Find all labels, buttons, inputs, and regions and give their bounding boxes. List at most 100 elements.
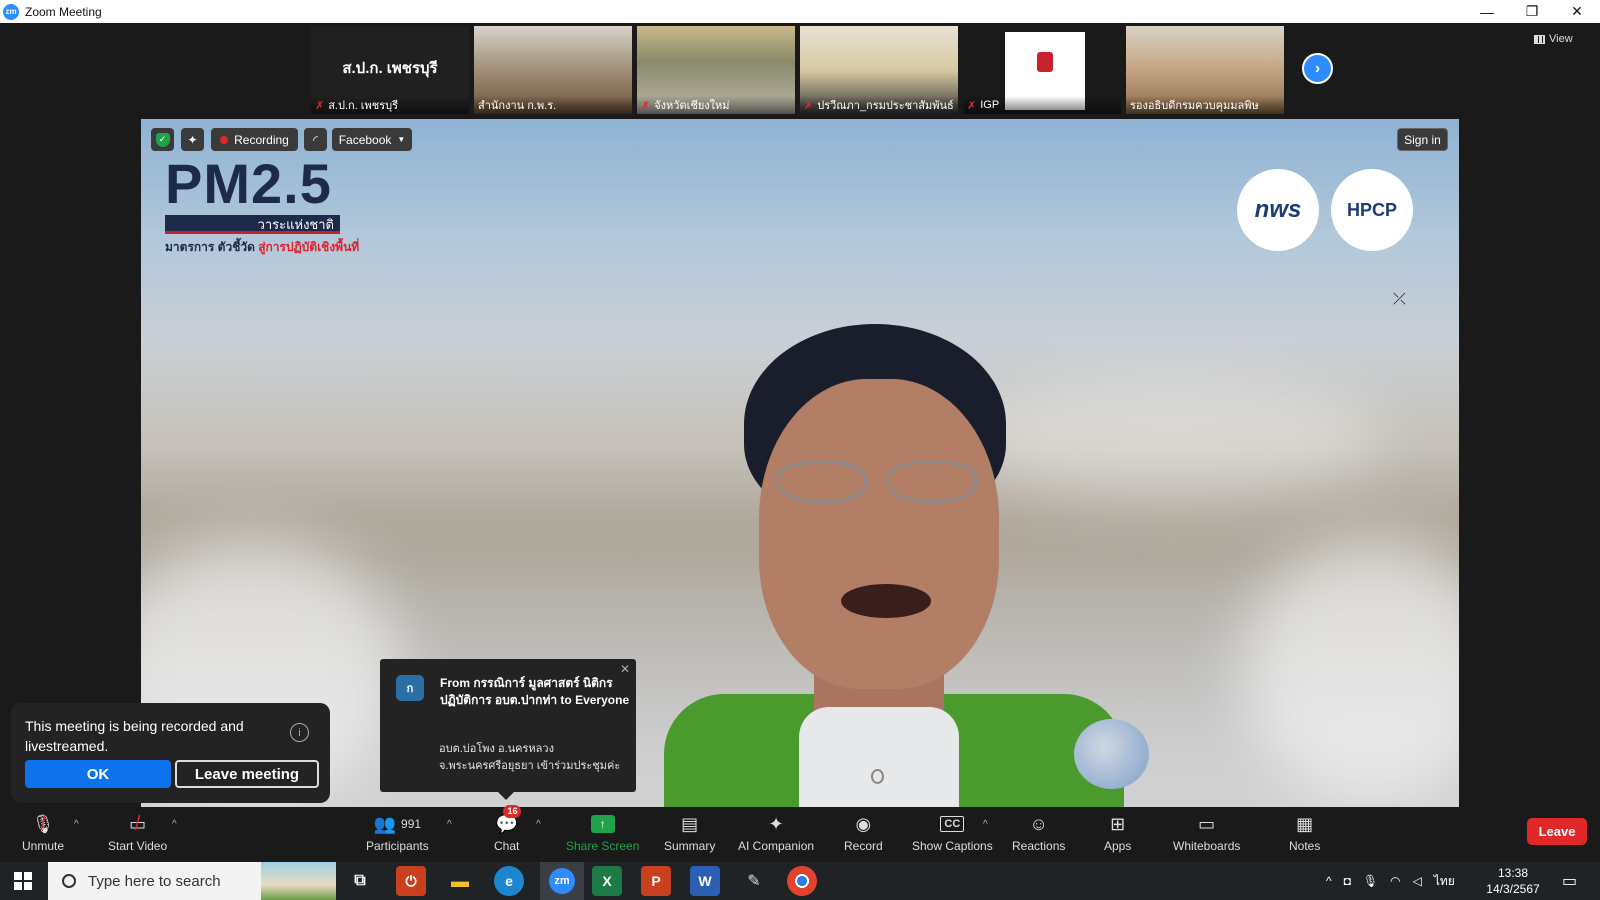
participant-display-name: ส.ป.ก. เพชรบุรี xyxy=(342,60,438,77)
security-button[interactable]: ✓ xyxy=(151,128,174,151)
muted-mic-icon: ✗ xyxy=(967,99,977,112)
ok-button[interactable]: OK xyxy=(25,760,171,788)
notes-button[interactable]: ▦ Notes xyxy=(1289,811,1320,859)
sparkle-icon: ✦ xyxy=(768,813,784,834)
close-icon[interactable]: ✕ xyxy=(620,662,630,676)
excel-icon[interactable]: X xyxy=(592,866,622,896)
audio-options-caret[interactable]: ^ xyxy=(74,819,79,830)
system-tray: ^ ◘ 🎙 ◠ ◁ ไทย xyxy=(1326,862,1455,900)
start-video-button[interactable]: ▭ / Start Video xyxy=(108,811,167,859)
chrome-icon[interactable] xyxy=(787,866,817,896)
maximize-button[interactable]: ❐ xyxy=(1509,0,1555,23)
windows-start-icon[interactable] xyxy=(14,872,32,890)
summary-button[interactable]: ▤ Summary xyxy=(664,811,715,859)
windows-taskbar: Type here to search ⧉ ⏻ ▬ e zm X P W ✎ ^… xyxy=(0,862,1600,900)
participant-name: รองอธิบดีกรมควบคุมมลพิษ xyxy=(1130,100,1259,112)
clock-time: 13:38 xyxy=(1497,866,1529,880)
participant-tile[interactable]: ✗ ปรวีณภา_กรมประชาสัมพันธ์ xyxy=(800,26,958,114)
mic-icon[interactable]: 🎙 xyxy=(1363,874,1378,888)
participant-name: ปรวีณภา_กรมประชาสัมพันธ์ xyxy=(817,100,954,112)
search-highlight-art xyxy=(261,862,336,900)
record-icon: ◉ xyxy=(855,813,872,834)
participant-tile[interactable]: รองอธิบดีกรมควบคุมมลพิษ xyxy=(1126,26,1284,114)
smile-icon: ☺ xyxy=(1029,813,1048,834)
apps-button[interactable]: ⊞ Apps xyxy=(1104,811,1131,859)
sign-in-button[interactable]: Sign in xyxy=(1397,128,1448,151)
participant-name: ส.ป.ก. เพชรบุรี xyxy=(328,100,399,112)
participant-name: สำนักงาน ก.พ.ร. xyxy=(478,100,557,112)
language-indicator[interactable]: ไทย xyxy=(1434,872,1455,891)
participant-tile[interactable]: ✗ IGP xyxy=(963,26,1121,114)
rss-icon: ◜ xyxy=(313,132,318,147)
window-title: Zoom Meeting xyxy=(25,4,102,19)
chevron-up-icon[interactable]: ^ xyxy=(1326,874,1332,888)
share-screen-button[interactable]: ↑ Share Screen xyxy=(566,811,639,859)
reactions-button[interactable]: ☺ Reactions xyxy=(1012,811,1065,859)
app-icon[interactable]: ✎ xyxy=(739,866,769,896)
participants-button[interactable]: 👥 991 Participants xyxy=(366,811,429,859)
minimize-button[interactable]: — xyxy=(1464,0,1510,23)
participants-options-caret[interactable]: ^ xyxy=(447,819,452,830)
view-label: View xyxy=(1549,33,1573,45)
chat-button[interactable]: 💬 16 Chat xyxy=(494,805,522,859)
notification-icon[interactable]: ▭ xyxy=(1562,862,1577,900)
nws-logo: nws xyxy=(1237,169,1319,251)
participant-tile[interactable]: ส.ป.ก. เพชรบุรี ✗ ส.ป.ก. เพชรบุรี xyxy=(311,26,469,114)
muted-mic-icon: ✗ xyxy=(641,99,651,112)
view-button[interactable]: View xyxy=(1534,33,1573,45)
info-icon[interactable]: i xyxy=(290,723,309,742)
edge-icon[interactable]: e xyxy=(494,866,524,896)
livestream-button[interactable]: ◜ xyxy=(304,128,327,151)
participant-tile[interactable]: สำนักงาน ก.พ.ร. xyxy=(474,26,632,114)
taskbar-search[interactable]: Type here to search xyxy=(48,862,336,900)
participant-name: จังหวัดเชียงใหม่ xyxy=(654,100,730,112)
chat-badge: 16 xyxy=(503,805,522,818)
video-options-caret[interactable]: ^ xyxy=(172,819,177,830)
captions-options-caret[interactable]: ^ xyxy=(983,819,988,830)
shield-icon: ✓ xyxy=(155,132,170,147)
title-bar: zm Zoom Meeting — ❐ ✕ xyxy=(0,0,1600,23)
unmute-button[interactable]: 🎙 / Unmute xyxy=(22,811,64,859)
participant-name: IGP xyxy=(980,99,1000,111)
powerpoint-icon[interactable]: P xyxy=(641,866,671,896)
participants-icon: 👥 xyxy=(373,813,397,834)
microphone xyxy=(1074,719,1149,789)
close-button[interactable]: ✕ xyxy=(1554,0,1600,23)
muted-mic-icon: 🎙 / xyxy=(31,812,55,835)
grid-view-icon xyxy=(1534,34,1545,44)
participants-count: 991 xyxy=(401,817,422,831)
chat-options-caret[interactable]: ^ xyxy=(536,819,541,830)
share-screen-icon: ↑ xyxy=(590,815,615,833)
zoom-logo-icon: zm xyxy=(3,3,19,20)
app-icon[interactable]: ⏻ xyxy=(396,866,426,896)
chevron-right-icon[interactable]: › xyxy=(1302,53,1333,84)
speaker-icon[interactable]: ◁ xyxy=(1413,874,1422,888)
chat-notification[interactable]: ก From กรรณิการ์ มูลศาสตร์ นิติกรปฏิบัติ… xyxy=(380,659,636,800)
word-icon[interactable]: W xyxy=(690,866,720,896)
muted-mic-icon: ✗ xyxy=(315,99,325,112)
ai-companion-button[interactable]: ✦ AI Companion xyxy=(738,811,814,859)
chat-message: อบต.บ่อโพง อ.นครหลวง จ.พระนครศรีอยุธยา เ… xyxy=(439,743,621,772)
avatar: ก xyxy=(396,675,424,701)
zoom-taskbar-icon[interactable]: zm xyxy=(540,862,584,900)
leave-button[interactable]: Leave xyxy=(1527,818,1587,845)
facebook-stream-dropdown[interactable]: Facebook ▼ xyxy=(332,128,412,151)
presenter xyxy=(609,324,1149,807)
whiteboard-icon: ▭ xyxy=(1198,813,1216,834)
ai-companion-indicator[interactable]: ✦ xyxy=(181,128,204,151)
record-button[interactable]: ◉ Record xyxy=(844,811,883,859)
task-view-icon[interactable]: ⧉ xyxy=(345,866,375,896)
recording-indicator[interactable]: Recording xyxy=(211,128,298,151)
participant-tile[interactable]: ✗ จังหวัดเชียงใหม่ xyxy=(637,26,795,114)
show-captions-button[interactable]: CC Show Captions xyxy=(912,811,993,859)
camera-icon[interactable]: ◘ xyxy=(1344,874,1351,888)
leave-meeting-button[interactable]: Leave meeting xyxy=(175,760,319,788)
file-explorer-icon[interactable]: ▬ xyxy=(445,866,475,896)
clock[interactable]: 13:38 14/3/2567 xyxy=(1480,865,1546,897)
captions-icon: CC xyxy=(940,816,965,832)
whiteboards-button[interactable]: ▭ Whiteboards xyxy=(1173,811,1240,859)
recording-notice: This meeting is being recorded and lives… xyxy=(11,703,330,803)
video-off-icon: ▭ / xyxy=(129,812,147,835)
wifi-icon[interactable]: ◠ xyxy=(1390,874,1400,888)
notice-text: This meeting is being recorded and lives… xyxy=(25,718,244,754)
